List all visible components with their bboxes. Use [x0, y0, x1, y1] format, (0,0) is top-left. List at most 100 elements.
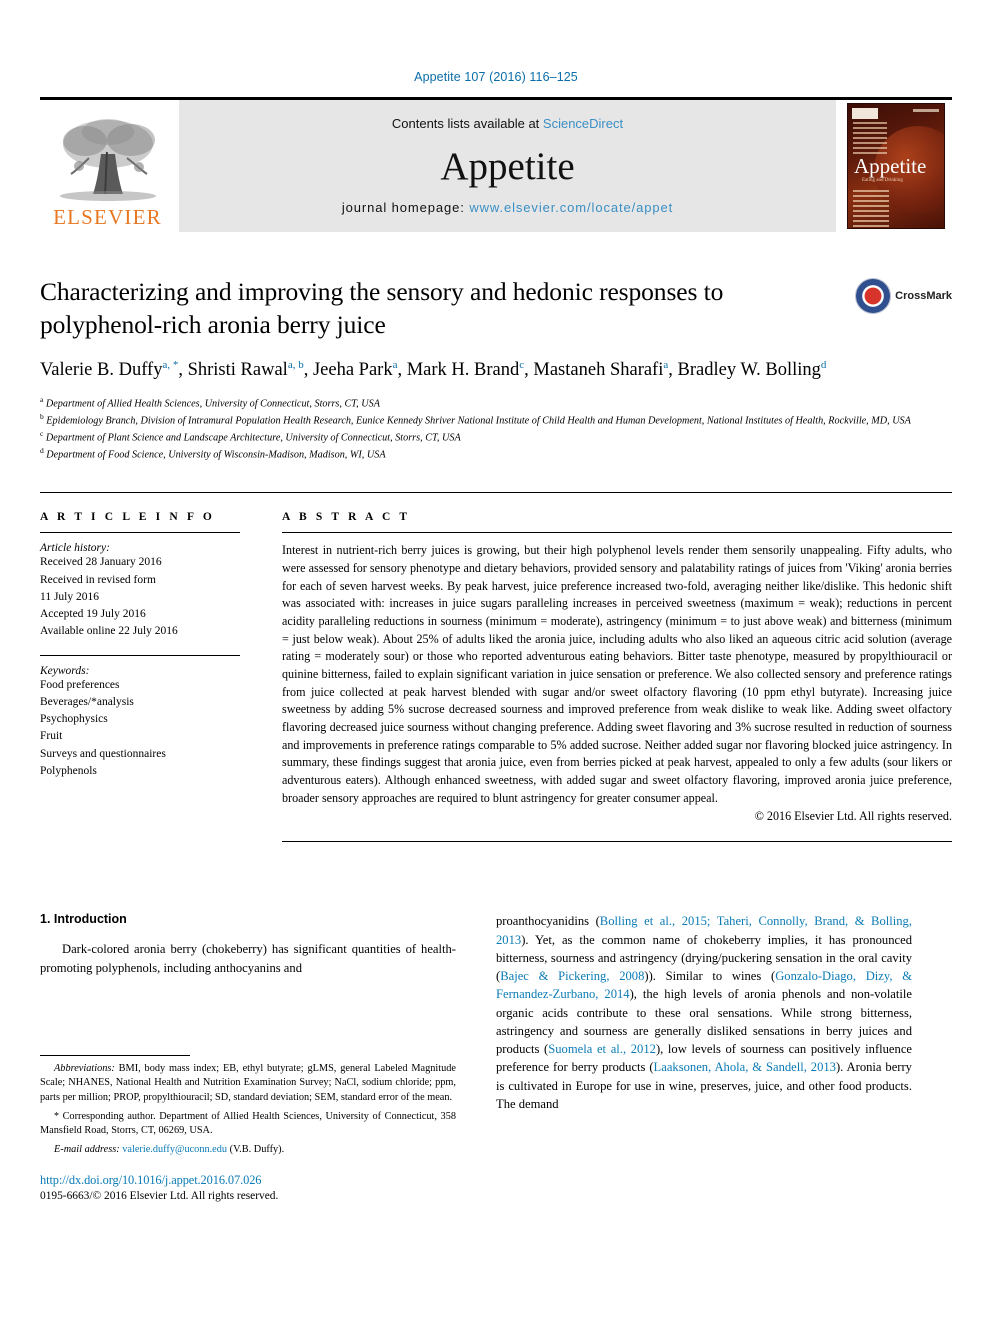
abstract-text: Interest in nutrient-rich berry juices i… [282, 543, 952, 805]
author-marks: d [820, 359, 827, 372]
affiliation-mark: a [40, 394, 44, 404]
cover-bottom-text-lines [853, 190, 889, 228]
intro-paragraph: Dark-colored aronia berry (chokeberry) h… [40, 942, 456, 975]
author-name: Shristi Rawal [187, 360, 288, 381]
citation-link[interactable]: Bajec & Pickering, 2008 [500, 969, 644, 983]
email-link[interactable]: valerie.duffy@uconn.edu [122, 1144, 227, 1155]
history-item: Available online 22 July 2016 [40, 625, 178, 638]
author-list: Valerie B. Duffya, *, Shristi Rawala, b,… [40, 359, 827, 381]
affiliation-item: b Epidemiology Branch, Division of Intra… [40, 412, 952, 429]
contents-available-line: Contents lists available at ScienceDirec… [392, 116, 623, 131]
paper-page: Appetite 107 (2016) 116–125 ELSEVIER Con… [0, 0, 992, 1323]
keywords-block: Keywords: Food preferences Beverages/*an… [40, 665, 240, 781]
article-info-column: A R T I C L E I N F O Article history: R… [40, 511, 240, 842]
journal-homepage-line: journal homepage: www.elsevier.com/locat… [342, 200, 673, 215]
cover-journal-title: Appetite [854, 154, 927, 178]
body-column-left: 1. Introduction Dark-colored aronia berr… [40, 912, 456, 1202]
citation-link[interactable]: Laaksonen, Ahola, & Sandell, 2013 [654, 1060, 836, 1074]
author-name: Mastaneh Sharafi [533, 360, 664, 381]
keyword-item: Beverages/*analysis [40, 695, 134, 708]
affiliation-item: a Department of Allied Health Sciences, … [40, 395, 952, 412]
cover-issn-mark [913, 109, 939, 112]
keyword-item: Food preferences [40, 678, 120, 691]
corresponding-author-footnote: * Corresponding author. Department of Al… [40, 1110, 456, 1139]
cover-top-text-lines [853, 122, 887, 157]
issn-copyright-line: 0195-6663/© 2016 Elsevier Ltd. All right… [40, 1190, 279, 1203]
affiliation-text: Department of Allied Health Sciences, Un… [45, 398, 380, 410]
journal-cover-thumbnail: Appetite Eating and Drinking [840, 100, 952, 232]
abstract-closing-rule [282, 841, 952, 843]
email-suffix: (V.B. Duffy). [227, 1143, 285, 1155]
affiliation-text: Department of Plant Science and Landscap… [45, 432, 461, 444]
email-footnote: E-mail address: valerie.duffy@uconn.edu … [40, 1143, 456, 1158]
email-label: E-mail address: [54, 1143, 120, 1155]
abstract-heading: A B S T R A C T [282, 511, 411, 524]
journal-title: Appetite [440, 145, 575, 188]
affiliation-item: c Department of Plant Science and Landsc… [40, 429, 952, 446]
contents-prefix: Contents lists available at [391, 116, 543, 131]
history-item: Received in revised form [40, 573, 156, 586]
keywords-rule [40, 654, 240, 656]
abbreviations-label: Abbreviations: [54, 1062, 115, 1074]
keywords-label: Keywords: [40, 664, 90, 677]
cover-journal-subtitle: Eating and Drinking [862, 178, 903, 183]
body-column-right: proanthocyanidins (Bolling et al., 2015;… [496, 912, 912, 1202]
citation-link[interactable]: Suomela et al., 2012 [548, 1042, 656, 1056]
homepage-label: journal homepage: [341, 200, 470, 215]
copyright-line: © 2016 Elsevier Ltd. All rights reserved… [754, 809, 952, 824]
body-columns: 1. Introduction Dark-colored aronia berr… [40, 912, 952, 1202]
affiliation-text: Department of Food Science, University o… [46, 448, 386, 460]
doi-block: http://dx.doi.org/10.1016/j.appet.2016.0… [40, 1173, 456, 1202]
abstract-rule [282, 532, 952, 534]
affiliation-mark: b [40, 411, 44, 421]
footnote-area: Abbreviations: BMI, body mass index; EB,… [40, 1054, 456, 1202]
history-item: 11 July 2016 [40, 590, 99, 603]
affiliation-list: a Department of Allied Health Sciences, … [40, 395, 952, 463]
author-marks: a [663, 359, 669, 372]
keyword-item: Surveys and questionnaires [40, 747, 166, 760]
doi-link[interactable]: http://dx.doi.org/10.1016/j.appet.2016.0… [40, 1173, 456, 1188]
intro-paragraph-continued: proanthocyanidins (Bolling et al., 2015;… [496, 912, 912, 1113]
sciencedirect-link[interactable]: ScienceDirect [543, 116, 623, 131]
keyword-item: Psychophysics [40, 713, 108, 726]
text-lead: proanthocyanidins ( [496, 914, 600, 929]
elsevier-logo: ELSEVIER [40, 100, 175, 232]
history-item: Accepted 19 July 2016 [40, 608, 146, 621]
section-heading-introduction: 1. Introduction [40, 912, 127, 927]
info-abstract-section: A R T I C L E I N F O Article history: R… [40, 492, 952, 843]
crossmark-icon [855, 278, 892, 314]
article-history-label: Article history: [40, 542, 110, 555]
cover-publisher-mark [852, 108, 878, 119]
affiliation-mark: d [40, 445, 44, 455]
homepage-url[interactable]: www.elsevier.com/locate/appet [469, 200, 673, 215]
page-title: Characterizing and improving the sensory… [40, 277, 724, 339]
journal-banner-center: Contents lists available at ScienceDirec… [179, 100, 836, 232]
author-name: Valerie B. Duffy [40, 360, 163, 381]
author-marks: a, b [287, 359, 304, 372]
article-info-rule [40, 532, 240, 534]
cover-image: Appetite Eating and Drinking [847, 103, 945, 229]
author-marks: c [519, 359, 525, 372]
crossmark-label: CrossMark [895, 290, 952, 302]
crossmark-badge-group[interactable]: CrossMark [855, 278, 952, 314]
author-name: Mark H. Brand [406, 360, 520, 381]
affiliation-text: Epidemiology Branch, Division of Intramu… [46, 415, 911, 427]
text-run: )). Similar to wines ( [644, 969, 776, 984]
article-info-heading: A R T I C L E I N F O [40, 511, 215, 524]
author-name: Jeeha Park [312, 360, 393, 381]
elsevier-tree-icon [59, 119, 156, 201]
running-head: Appetite 107 (2016) 116–125 [414, 70, 578, 84]
abstract-column: A B S T R A C T Interest in nutrient-ric… [282, 511, 952, 843]
keyword-item: Polyphenols [40, 764, 97, 777]
elsevier-wordmark: ELSEVIER [53, 205, 162, 229]
affiliation-mark: c [40, 428, 44, 438]
title-block: CrossMark Characterizing and improving t… [40, 276, 952, 462]
affiliation-item: d Department of Food Science, University… [40, 446, 952, 463]
abbreviations-footnote: Abbreviations: BMI, body mass index; EB,… [40, 1062, 456, 1106]
journal-banner: ELSEVIER Contents lists available at Sci… [40, 97, 952, 232]
keyword-item: Fruit [40, 730, 63, 743]
author-marks: a [392, 359, 398, 372]
corresponding-author-text: Corresponding author. Department of Alli… [40, 1110, 456, 1137]
author-name: Bradley W. Bolling [677, 360, 821, 381]
